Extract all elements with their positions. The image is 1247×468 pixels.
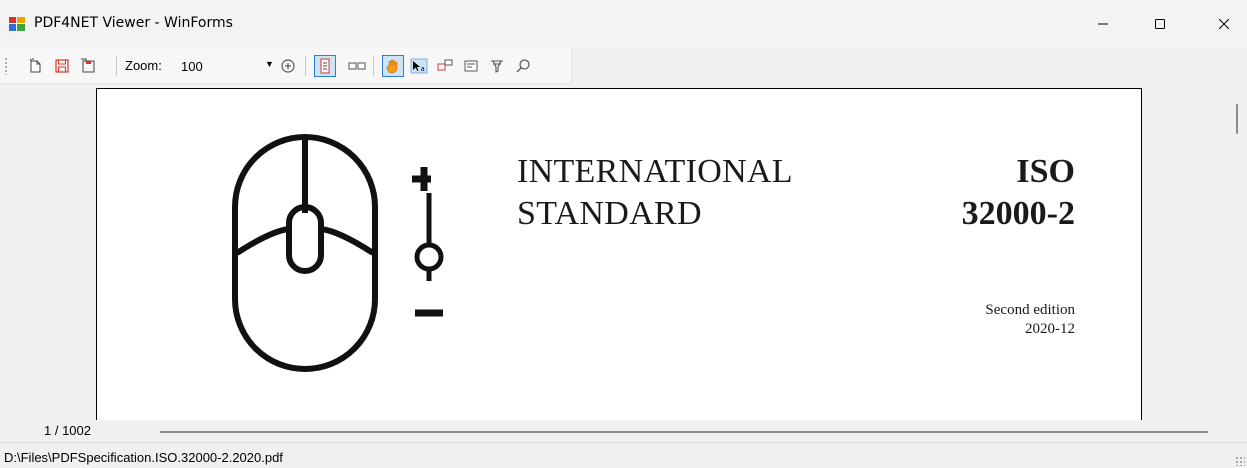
open-file-icon: [29, 58, 41, 73]
code-line2: 32000-2: [961, 195, 1075, 232]
zoom-slider-icon: [414, 193, 444, 317]
toolbar-separator: [373, 56, 374, 76]
search-button[interactable]: [512, 55, 534, 77]
resize-grip[interactable]: [1235, 456, 1245, 466]
toolbar-separator: [116, 56, 117, 76]
single-page-view-button[interactable]: [314, 55, 336, 77]
highlighter-icon: [491, 60, 503, 73]
save-icon: [55, 59, 69, 73]
highlight-tool-button[interactable]: [486, 55, 508, 77]
mouse-scroll-zoom-icon: [232, 134, 431, 372]
search-icon: [516, 59, 530, 73]
annotation-icon: [437, 59, 453, 71]
edition-line1: Second edition: [985, 302, 1075, 318]
document-edition: Second edition 2020-12: [985, 301, 1075, 339]
document-viewport[interactable]: INTERNATIONAL STANDARD ISO 32000-2 Secon…: [0, 84, 1228, 420]
close-icon: [1218, 18, 1230, 30]
page-indicator: 1 / 1002: [44, 423, 91, 438]
toolbar-strip: Zoom: 100 ▼ a: [0, 48, 572, 84]
maximize-button[interactable]: [1137, 0, 1183, 48]
svg-text:a: a: [421, 65, 425, 73]
annotation-tool-button[interactable]: [434, 55, 456, 77]
toolbar-grip[interactable]: [5, 57, 7, 75]
zoom-dropdown-button[interactable]: [278, 55, 300, 77]
minimize-button[interactable]: [1080, 0, 1126, 48]
zoom-dropdown-icon: [281, 59, 295, 73]
caret-down-icon[interactable]: ▼: [265, 59, 274, 69]
vertical-scroll-thumb[interactable]: [1236, 104, 1238, 134]
maximize-icon: [1155, 19, 1165, 29]
close-button[interactable]: [1201, 0, 1247, 48]
toolbar: Zoom: 100 ▼ a: [0, 48, 1247, 84]
title-bar: PDF4NET Viewer - WinForms: [0, 0, 1247, 48]
status-bar: D:\Files\PDFSpecification.ISO.32000-2.20…: [0, 442, 1247, 468]
text-select-icon: a: [410, 58, 428, 74]
document-heading: INTERNATIONAL STANDARD: [517, 151, 793, 235]
edition-line2: 2020-12: [1025, 321, 1075, 337]
form-fields-button[interactable]: [460, 55, 482, 77]
heading-line1: INTERNATIONAL: [517, 153, 793, 190]
save-button[interactable]: [51, 55, 73, 77]
file-path-label: D:\Files\PDFSpecification.ISO.32000-2.20…: [4, 450, 283, 465]
app-icon: [9, 17, 25, 31]
form-icon: [464, 60, 478, 72]
window-title: PDF4NET Viewer - WinForms: [34, 15, 233, 31]
pan-tool-button[interactable]: [382, 55, 404, 77]
text-select-tool-button[interactable]: a: [408, 55, 430, 77]
code-line1: ISO: [1016, 153, 1075, 190]
hand-icon: [386, 59, 398, 74]
single-page-icon: [320, 58, 330, 74]
vertical-scrollbar[interactable]: [1228, 84, 1247, 420]
open-file-button[interactable]: [25, 55, 47, 77]
two-page-icon: [348, 62, 366, 70]
heading-line2: STANDARD: [517, 195, 702, 232]
zoom-value[interactable]: 100: [181, 59, 203, 74]
zoom-combobox[interactable]: 100 ▼: [178, 55, 274, 77]
save-as-icon: [81, 58, 95, 73]
horizontal-scroll-thumb[interactable]: [160, 431, 1208, 433]
page-navigation-bar: 1 / 1002: [0, 420, 1247, 442]
minimize-icon: [1098, 23, 1108, 25]
two-page-view-button[interactable]: [346, 55, 368, 77]
pdf-page[interactable]: INTERNATIONAL STANDARD ISO 32000-2 Secon…: [96, 88, 1142, 420]
toolbar-separator: [305, 56, 306, 76]
document-code: ISO 32000-2: [962, 151, 1075, 235]
zoom-label: Zoom:: [125, 58, 162, 73]
save-as-button[interactable]: [77, 55, 99, 77]
